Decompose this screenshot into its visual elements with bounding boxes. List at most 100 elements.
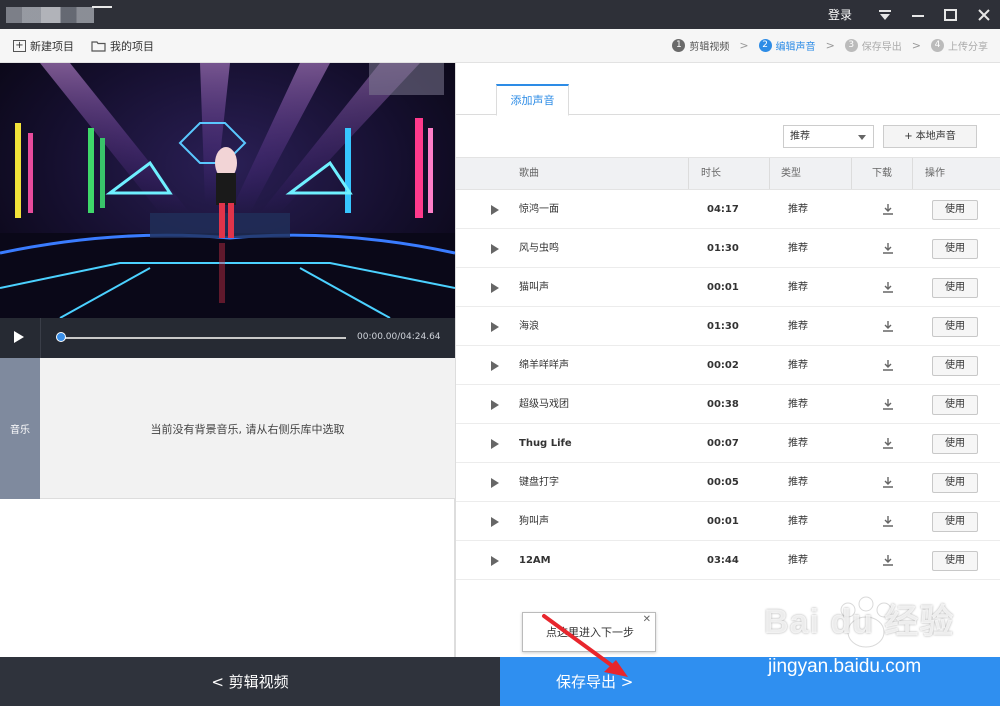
sound-type: 推荐 xyxy=(788,399,808,410)
play-icon[interactable] xyxy=(491,439,499,449)
use-button[interactable]: 使用 xyxy=(932,278,978,298)
column-header-action: 操作 xyxy=(925,168,945,179)
video-preview xyxy=(0,63,455,318)
play-icon[interactable] xyxy=(491,322,499,332)
play-icon[interactable] xyxy=(491,244,499,254)
playback-time: 00:00.00/04:24.64 xyxy=(357,332,441,342)
play-icon[interactable] xyxy=(491,361,499,371)
chevron-right-icon: > xyxy=(911,39,921,52)
sound-type: 推荐 xyxy=(788,282,808,293)
close-icon[interactable] xyxy=(967,0,1000,29)
sound-type: 推荐 xyxy=(788,321,808,332)
play-icon[interactable] xyxy=(491,478,499,488)
plus-icon: + xyxy=(13,40,26,52)
step-label: 保存导出 xyxy=(861,42,902,53)
download-icon[interactable] xyxy=(882,203,894,215)
use-button[interactable]: 使用 xyxy=(932,239,978,259)
play-icon[interactable] xyxy=(14,331,24,343)
new-project-button[interactable]: + 新建项目 xyxy=(13,38,74,54)
column-divider xyxy=(851,158,852,189)
download-icon[interactable] xyxy=(882,281,894,293)
progress-track[interactable] xyxy=(60,337,346,339)
download-icon[interactable] xyxy=(882,554,894,566)
annotation-arrow-icon xyxy=(542,614,628,677)
column-divider xyxy=(769,158,770,189)
login-link[interactable]: 登录 xyxy=(828,6,852,23)
sound-name: 惊鸿一面 xyxy=(519,204,559,215)
sound-duration: 00:01 xyxy=(707,282,739,293)
use-button[interactable]: 使用 xyxy=(932,395,978,415)
table-row: 猫叫声 00:01 推荐 使用 xyxy=(456,268,1000,307)
use-button[interactable]: 使用 xyxy=(932,512,978,532)
sound-duration: 00:05 xyxy=(707,477,739,488)
download-icon[interactable] xyxy=(882,437,894,449)
download-icon[interactable] xyxy=(882,320,894,332)
step-number: 3 xyxy=(844,39,858,52)
dropdown-icon[interactable] xyxy=(868,0,901,29)
divider xyxy=(40,318,41,358)
title-bar: 登录 xyxy=(0,0,1000,29)
sound-name: 猫叫声 xyxy=(519,282,549,293)
play-icon[interactable] xyxy=(491,205,499,215)
column-divider xyxy=(688,158,689,189)
back-edit-video-button[interactable]: < 剪辑视频 xyxy=(0,657,500,706)
use-button[interactable]: 使用 xyxy=(932,200,978,220)
sound-type: 推荐 xyxy=(788,555,808,566)
play-icon[interactable] xyxy=(491,517,499,527)
sound-name: 风与虫鸣 xyxy=(519,243,559,254)
my-projects-button[interactable]: 我的项目 xyxy=(91,38,154,54)
maximize-icon[interactable] xyxy=(934,0,967,29)
progress-handle[interactable] xyxy=(56,332,66,342)
sound-name: 绵羊咩咩声 xyxy=(519,360,569,371)
play-icon[interactable] xyxy=(491,400,499,410)
watermark-brand: Bai du 经验 xyxy=(764,603,955,641)
step-edit-video[interactable]: 1 剪辑视频 xyxy=(672,38,729,53)
sound-duration: 00:07 xyxy=(707,438,739,449)
use-button[interactable]: 使用 xyxy=(932,551,978,571)
watermark: Bai du 经验 jingyan.baidu.com xyxy=(756,592,996,684)
download-icon[interactable] xyxy=(882,398,894,410)
category-select[interactable]: 推荐 xyxy=(783,125,874,148)
local-sound-button[interactable]: + 本地声音 xyxy=(883,125,977,148)
use-button[interactable]: 使用 xyxy=(932,473,978,493)
step-upload-share[interactable]: 4 上传分享 xyxy=(931,38,988,53)
my-projects-label: 我的项目 xyxy=(110,40,154,53)
sound-type: 推荐 xyxy=(788,477,808,488)
watermark-url: jingyan.baidu.com xyxy=(768,656,922,677)
sound-name: 海浪 xyxy=(519,321,539,332)
play-icon[interactable] xyxy=(491,556,499,566)
sound-list: 惊鸿一面 04:17 推荐 使用 风与虫鸣 01:30 推荐 使用 猫叫声 00… xyxy=(456,190,1000,580)
step-save-export[interactable]: 3 保存导出 xyxy=(844,38,902,53)
sound-type: 推荐 xyxy=(788,438,808,449)
step-number: 4 xyxy=(931,39,944,52)
table-row: 12AM 03:44 推荐 使用 xyxy=(456,541,1000,580)
table-row: Thug Life 00:07 推荐 使用 xyxy=(456,424,1000,463)
play-icon[interactable] xyxy=(491,283,499,293)
timeline-area xyxy=(0,499,455,657)
chevron-right-icon: > xyxy=(739,39,749,52)
use-button[interactable]: 使用 xyxy=(932,317,978,337)
download-icon[interactable] xyxy=(882,359,894,371)
use-button[interactable]: 使用 xyxy=(932,356,978,376)
player-controls: 00:00.00/04:24.64 xyxy=(0,318,455,358)
sound-duration: 04:17 xyxy=(707,204,739,215)
close-icon[interactable]: ✕ xyxy=(643,614,651,625)
chevron-right-icon: > xyxy=(825,39,835,52)
sound-type: 推荐 xyxy=(788,516,808,527)
sound-duration: 03:44 xyxy=(707,555,739,566)
sound-name: 12AM xyxy=(519,555,551,566)
tab-add-sound[interactable]: 添加声音 xyxy=(496,84,569,116)
music-track-label: 音乐 xyxy=(0,358,40,499)
use-button[interactable]: 使用 xyxy=(932,434,978,454)
download-icon[interactable] xyxy=(882,242,894,254)
sound-type: 推荐 xyxy=(788,204,808,215)
table-row: 风与虫鸣 01:30 推荐 使用 xyxy=(456,229,1000,268)
sound-duration: 00:38 xyxy=(707,399,739,410)
step-edit-sound[interactable]: 2 编辑声音 xyxy=(758,38,816,53)
step-label: 剪辑视频 xyxy=(689,42,730,53)
download-icon[interactable] xyxy=(882,476,894,488)
table-row: 狗叫声 00:01 推荐 使用 xyxy=(456,502,1000,541)
download-icon[interactable] xyxy=(882,515,894,527)
sound-duration: 01:30 xyxy=(707,243,739,254)
minimize-icon[interactable] xyxy=(901,0,934,29)
